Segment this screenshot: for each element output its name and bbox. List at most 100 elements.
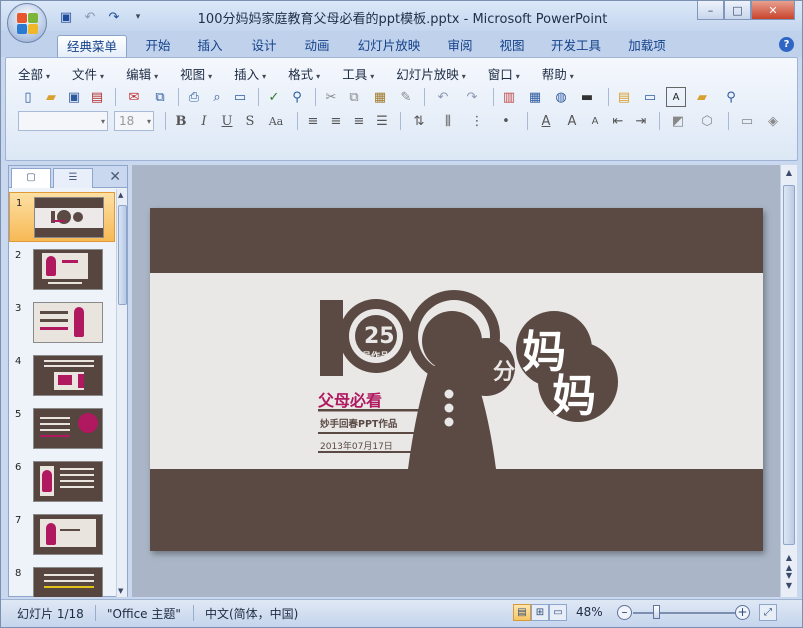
arrange-icon[interactable]: ⬡	[694, 111, 720, 131]
align-center-icon[interactable]: ≡	[326, 111, 346, 131]
columns-icon[interactable]: ⫼	[435, 111, 461, 131]
format-painter-icon[interactable]: ✎	[396, 87, 416, 107]
close-button[interactable]: ✕	[751, 1, 795, 20]
tab-classic-menu[interactable]: 经典菜单	[57, 35, 127, 57]
normal-view-icon[interactable]: ▤	[513, 604, 531, 621]
customize-qat-icon[interactable]: ▾	[129, 9, 147, 25]
redo-icon[interactable]: ↷	[459, 87, 485, 107]
shapes-icon[interactable]: ◩	[665, 111, 691, 131]
scroll-up-icon[interactable]: ▲	[782, 168, 796, 177]
slideshow-view-icon[interactable]: ▭	[549, 604, 567, 621]
slide-scrollbar[interactable]: ▲ ▲ ▲ ▼ ▼	[780, 165, 797, 597]
chart-icon[interactable]: ▥	[499, 87, 519, 107]
office-button[interactable]	[7, 3, 47, 43]
italic-icon[interactable]: I	[194, 111, 214, 131]
color-grayscale-icon[interactable]: ▬	[574, 87, 600, 107]
help-icon[interactable]: ?	[779, 37, 794, 52]
slide-sorter-icon[interactable]: ⊞	[531, 604, 549, 621]
tab-slideshow[interactable]: 幻灯片放映	[349, 35, 429, 57]
zoom-level[interactable]: 48%	[576, 605, 603, 619]
change-case-icon[interactable]: Aa	[263, 111, 289, 131]
bullets-icon[interactable]: •	[493, 111, 519, 131]
slide-thumbnail-6[interactable]: 6	[9, 457, 115, 507]
tab-animation[interactable]: 动画	[296, 35, 338, 57]
research-icon[interactable]: ⚲	[287, 87, 307, 107]
next-slide-icon[interactable]: ▼	[782, 571, 796, 580]
align-right-icon[interactable]: ≡	[349, 111, 369, 131]
permission-icon[interactable]: ▤	[87, 87, 107, 107]
layout-icon[interactable]: ▭	[637, 87, 663, 107]
menu-all[interactable]: 全部 ▾	[18, 64, 50, 82]
shape-fill-icon[interactable]: ◈	[763, 111, 783, 131]
decrease-indent-icon[interactable]: ⇤	[608, 111, 628, 131]
underline-icon[interactable]: U	[217, 111, 237, 131]
menu-help[interactable]: 帮助 ▾	[542, 64, 574, 82]
slide-thumbnail-5[interactable]: 5	[9, 404, 115, 454]
page-setup-icon[interactable]: ▭	[230, 87, 250, 107]
tab-review[interactable]: 审阅	[439, 35, 481, 57]
zoom-slider[interactable]	[633, 612, 743, 614]
font-color-icon[interactable]: A	[533, 111, 559, 131]
menu-insert[interactable]: 插入 ▾	[234, 64, 266, 82]
align-left-icon[interactable]: ≡	[303, 111, 323, 131]
close-panel-icon[interactable]: ✕	[109, 169, 121, 185]
menu-window[interactable]: 窗口 ▾	[488, 64, 520, 82]
tab-addins[interactable]: 加载项	[619, 35, 675, 57]
email-icon[interactable]: ✉	[121, 87, 147, 107]
textbox-icon[interactable]: A	[666, 87, 686, 107]
font-size-combo[interactable]: 18 ▾	[114, 111, 154, 131]
open-icon[interactable]: ▰	[41, 87, 61, 107]
tab-developer[interactable]: 开发工具	[543, 35, 609, 57]
menu-format[interactable]: 格式 ▾	[288, 64, 320, 82]
slide-thumbnail-1[interactable]: 1	[9, 192, 115, 242]
table-icon[interactable]: ▦	[522, 87, 548, 107]
increase-indent-icon[interactable]: ⇥	[631, 111, 651, 131]
scroll-thumb[interactable]	[783, 185, 795, 545]
folder-icon[interactable]: ▰	[689, 87, 715, 107]
shrink-font-icon[interactable]: A	[585, 111, 605, 131]
thumbnail-scrollbar[interactable]: ▲ ▼	[116, 189, 127, 597]
undo-icon[interactable]: ↶	[430, 87, 456, 107]
menu-tools[interactable]: 工具 ▾	[342, 64, 374, 82]
spelling-icon[interactable]: ✓	[264, 87, 284, 107]
print-icon[interactable]: ⎙	[184, 87, 204, 107]
slide-thumbnail-8[interactable]: 8	[9, 563, 115, 597]
grow-font-icon[interactable]: A	[562, 111, 582, 131]
zoom-in-icon[interactable]: +	[735, 605, 750, 620]
outline-tab[interactable]: ☰	[53, 168, 93, 188]
fit-to-window-icon[interactable]: ⤢	[759, 604, 777, 621]
bold-icon[interactable]: B	[171, 111, 191, 131]
menu-file[interactable]: 文件 ▾	[72, 64, 104, 82]
undo-icon[interactable]: ↶	[81, 9, 99, 25]
slides-tab[interactable]: ▢	[11, 168, 51, 188]
scroll-down-icon[interactable]: ▼	[782, 581, 796, 590]
zoom-icon[interactable]: ⚲	[718, 87, 744, 107]
slide-thumbnail-2[interactable]: 2	[9, 245, 115, 295]
numbering-icon[interactable]: ⋮	[464, 111, 490, 131]
clipart-icon[interactable]: ◍	[551, 87, 571, 107]
paste-icon[interactable]: ▦	[367, 87, 393, 107]
tab-home[interactable]: 开始	[137, 35, 179, 57]
scroll-thumb[interactable]	[118, 205, 127, 305]
tab-view[interactable]: 视图	[491, 35, 533, 57]
scroll-up-icon[interactable]: ▲	[118, 191, 123, 199]
text-direction-icon[interactable]: ⇅	[406, 111, 432, 131]
save-icon[interactable]: ▣	[57, 9, 75, 25]
language-indicator[interactable]: 中文(简体，中国)	[205, 605, 298, 622]
slide-thumbnail-4[interactable]: 4	[9, 351, 115, 401]
save-icon[interactable]: ▣	[64, 87, 84, 107]
scroll-down-icon[interactable]: ▼	[118, 587, 123, 595]
shadow-icon[interactable]: S	[240, 111, 260, 131]
tab-insert[interactable]: 插入	[189, 35, 231, 57]
current-slide[interactable]: 25 号作品 分 妈 妈 父母必看 妙手回春PPT作品 2013年07月17日	[150, 208, 763, 551]
font-family-combo[interactable]: ▾	[18, 111, 108, 131]
print-preview-icon[interactable]: ⌕	[207, 87, 227, 107]
justify-icon[interactable]: ☰	[372, 111, 392, 131]
slide-thumbnail-3[interactable]: 3	[9, 298, 115, 348]
cut-icon[interactable]: ✂	[321, 87, 341, 107]
slide-thumbnail-7[interactable]: 7	[9, 510, 115, 560]
minimize-button[interactable]: –	[697, 1, 724, 20]
menu-edit[interactable]: 编辑 ▾	[126, 64, 158, 82]
redo-icon[interactable]: ↷	[105, 9, 123, 25]
scroll-down-icon[interactable]: ▲	[782, 553, 796, 562]
